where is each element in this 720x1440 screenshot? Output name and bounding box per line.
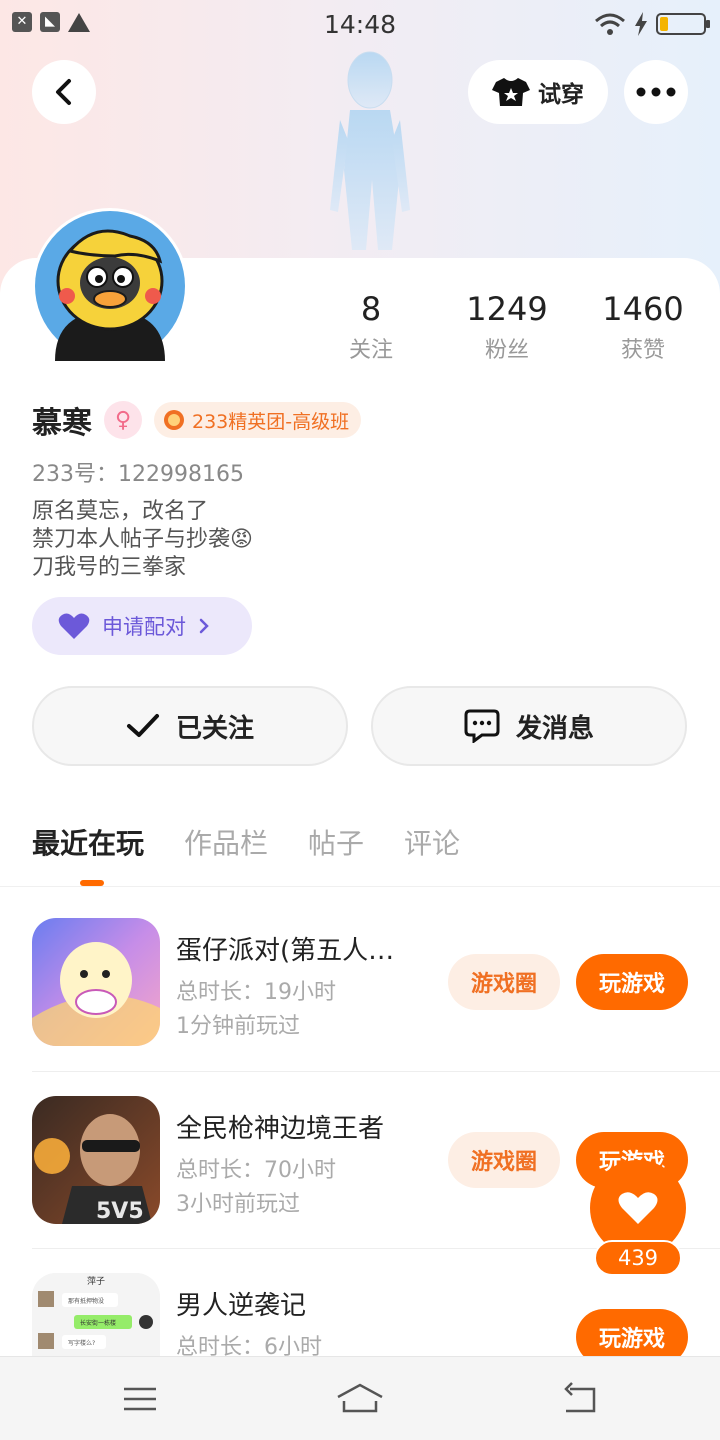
game-last-played: 3小时前玩过 [176,1192,300,1217]
icon-header-text: 萍子 [87,1276,105,1287]
stat-following-label: 关注 [348,338,393,363]
user-bio: 原名莫忘，改名了 禁刀本人帖子与抄袭😡 刀我号的三拳家 [32,498,253,582]
apply-pair-label: 申请配对 [102,615,186,639]
medal-icon [164,410,184,430]
battery-icon [656,13,710,35]
icon-chat-line: 那有抵押物没 [68,1297,104,1305]
stat-following-value: 8 [360,290,382,328]
tab-recent-play[interactable]: 最近在玩 [32,822,144,862]
chat-icon [464,709,500,743]
female-icon: ♀ [104,401,142,439]
game-list-item[interactable]: 蛋仔派对(第五人… 总时长：19小时 1分钟前玩过 游戏圈 玩游戏 [32,918,720,1095]
tshirt-icon [492,78,530,106]
game-title: 男人逆袭记 [176,1291,307,1321]
play-game-button[interactable]: 玩游戏 [576,1309,688,1357]
divider [0,886,720,887]
name-row: 慕寒 ♀ 233精英团-高级班 [32,398,362,442]
user-name: 慕寒 [32,406,92,441]
stat-likes[interactable]: 1460 获赞 [578,290,708,364]
tab-comments[interactable]: 评论 [404,822,460,862]
apply-pair-button[interactable]: 申请配对 [32,597,252,655]
tab-works[interactable]: 作品栏 [184,822,268,862]
play-game-button[interactable]: 玩游戏 [576,954,688,1010]
charging-icon [635,12,647,36]
icon-chat-line: 写字楼么? [68,1339,95,1347]
back-button[interactable] [32,60,96,124]
bio-line: 原名莫忘，改名了 [32,499,209,524]
game-circle-button[interactable]: 游戏圈 [448,954,560,1010]
stat-fans-label: 粉丝 [484,338,529,363]
bio-line: 刀我号的三拳家 [32,555,187,580]
icon-chat-line: 长安街一栋楼 [80,1319,116,1327]
menu-icon[interactable] [120,1379,160,1419]
divider [32,1071,720,1072]
stat-likes-label: 获赞 [620,338,665,363]
profile-tabs: 最近在玩 作品栏 帖子 评论 [32,822,460,862]
wifi-icon [595,13,625,35]
game-icon-gun-god[interactable]: 5V5 [32,1096,160,1224]
game-icon-image [32,918,160,1046]
game-title: 全民枪神边境王者 [176,1114,385,1144]
tab-posts[interactable]: 帖子 [308,822,364,862]
stat-following[interactable]: 8 关注 [306,290,436,364]
stat-fans-value: 1249 [466,290,548,328]
group-badge-label: 233精英团-高级班 [192,410,350,433]
game-total-time: 总时长：6小时 [176,1335,322,1357]
send-message-label: 发消息 [515,713,594,744]
check-icon [126,714,159,737]
avatar-3d-figure [330,51,410,250]
game-list-item[interactable]: 萍子 那有抵押物没 长安街一栋楼 写字楼么? 男人逆袭记 总时长：6小时 玩游戏 [32,1273,720,1357]
game-title: 蛋仔派对(第五人… [176,936,395,966]
game-total-time: 总时长：19小时 [176,980,336,1005]
send-message-button[interactable]: 发消息 [371,686,687,766]
user-avatar[interactable] [32,208,188,364]
heart-icon [618,1192,658,1224]
try-on-button[interactable]: 试穿 [468,60,608,124]
system-navigation-bar [0,1356,720,1440]
stat-likes-value: 1460 [602,290,684,328]
status-bar: ✕ ◣ 14:48 [0,0,720,50]
game-icon-image: 萍子 那有抵押物没 长安街一栋楼 写字楼么? [32,1273,160,1357]
game-circle-button[interactable]: 游戏圈 [448,1132,560,1188]
heart-icon [58,613,90,639]
bio-line: 禁刀本人帖子与抄袭😡 [32,527,253,552]
followed-button[interactable]: 已关注 [32,686,348,766]
more-dots-icon [636,87,676,97]
back-nav-icon[interactable] [560,1379,600,1419]
game-icon-eggy-party[interactable] [32,918,160,1046]
game-total-time: 总时长：70小时 [176,1158,336,1183]
game-icon-image: 5V5 [32,1096,160,1224]
svg-text:5V5: 5V5 [96,1199,144,1224]
game-icon-comeback-man[interactable]: 萍子 那有抵押物没 长安街一栋楼 写字楼么? [32,1273,160,1357]
user-id: 233号：122998165 [32,462,244,487]
like-count: 439 [594,1240,682,1276]
group-badge[interactable]: 233精英团-高级班 [154,402,362,438]
followed-label: 已关注 [175,713,254,744]
more-options-button[interactable] [624,60,688,124]
try-on-label: 试穿 [538,82,584,108]
home-icon[interactable] [336,1379,384,1419]
chevron-left-icon [56,79,71,105]
avatar-image [35,211,185,361]
game-last-played: 1分钟前玩过 [176,1014,300,1039]
chevron-right-icon [199,618,209,634]
stat-fans[interactable]: 1249 粉丝 [442,290,572,364]
